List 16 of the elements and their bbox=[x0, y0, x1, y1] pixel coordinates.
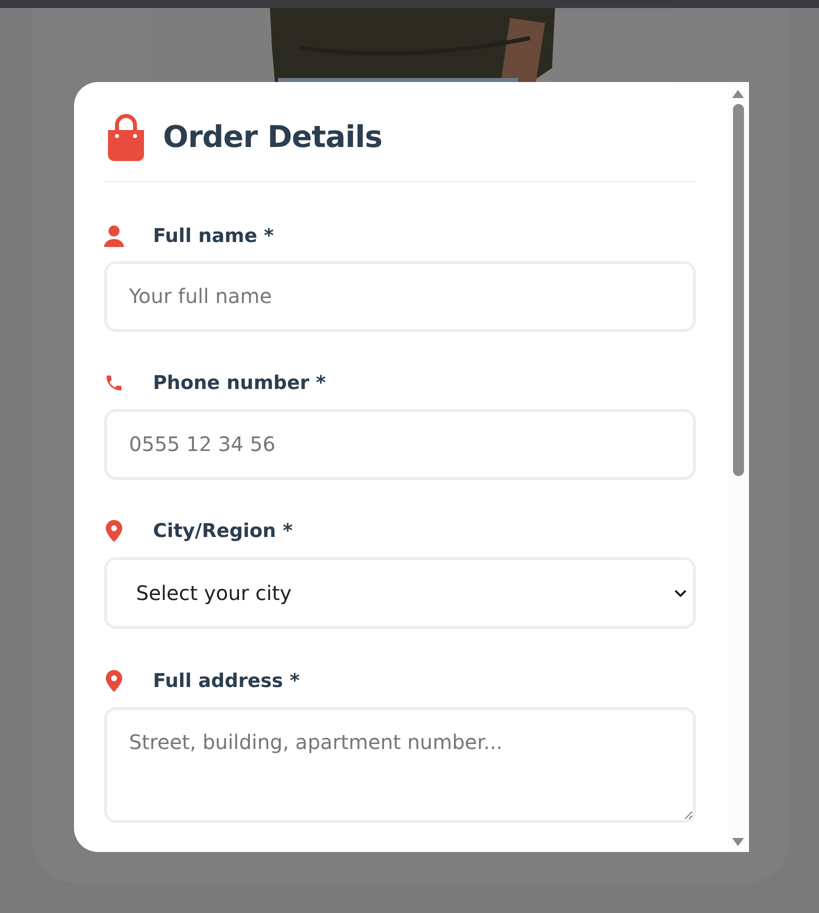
chevron-down-icon bbox=[674, 588, 687, 598]
input-field[interactable]: 0555 12 34 56 bbox=[104, 409, 696, 480]
location-pin-icon bbox=[104, 670, 124, 692]
address-field[interactable]: Street, building, apartment number... bbox=[104, 706, 696, 824]
location-pin-icon bbox=[104, 520, 124, 542]
field-label: City/Region * bbox=[153, 520, 293, 542]
scroll-down-arrow-icon[interactable] bbox=[732, 838, 744, 846]
dialog-title: Order Details bbox=[163, 120, 382, 156]
field-label: Full name * bbox=[153, 224, 274, 247]
field-label: Phone number * bbox=[153, 372, 326, 394]
field-label: Full address * bbox=[153, 670, 300, 692]
city-dropdown[interactable]: Select your city bbox=[104, 556, 696, 630]
scrollbar-thumb[interactable] bbox=[732, 104, 744, 476]
person-icon bbox=[104, 224, 124, 247]
input-field[interactable]: Your full name bbox=[104, 261, 696, 332]
scroll-up-arrow-icon[interactable] bbox=[732, 90, 744, 98]
